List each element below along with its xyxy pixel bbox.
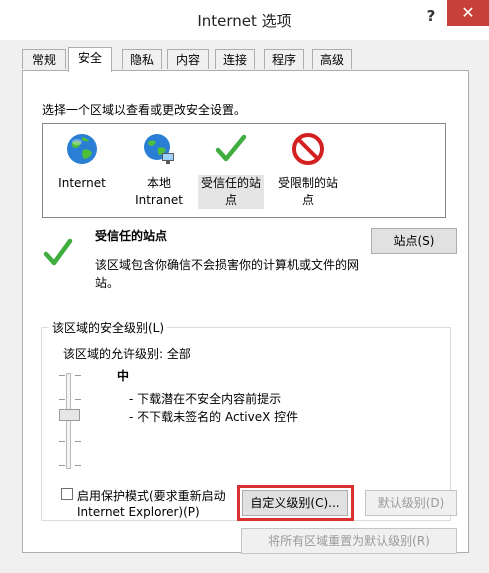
zone-internet-label: Internet <box>58 176 106 190</box>
zone-instruction: 选择一个区域以查看或更改安全设置。 <box>42 103 247 117</box>
default-level-button[interactable]: 默认级别(D) <box>365 490 457 516</box>
security-level-slider-thumb[interactable] <box>59 409 80 421</box>
tab-security[interactable]: 安全 <box>68 47 112 72</box>
intranet-globe-icon <box>144 134 174 164</box>
reset-all-zones-button[interactable]: 将所有区域重置为默认级别(R) <box>241 528 457 554</box>
slider-tick <box>75 375 81 376</box>
tab-privacy[interactable]: 隐私 <box>122 49 162 69</box>
selected-zone-description-line1: 该区域包含你确信不会损害你的计算机或文件的网 <box>95 258 360 272</box>
zone-local-intranet-line1: 本地 <box>146 176 171 190</box>
help-button[interactable]: ? <box>416 4 446 28</box>
zone-trusted-sites-line1: 受信任的站 <box>198 175 264 192</box>
slider-tick <box>59 441 65 442</box>
protected-mode-checkbox[interactable] <box>61 488 73 500</box>
selected-zone-title: 受信任的站点 <box>95 229 168 243</box>
title-bar: Internet 选项 ? ✕ <box>0 0 489 40</box>
zone-internet[interactable]: Internet <box>49 132 115 192</box>
highlight-box <box>237 485 354 521</box>
security-level-group-title: 该区域的安全级别(L) <box>49 319 168 336</box>
level-description-bullet1: - 下载潜在不安全内容前提示 <box>129 392 282 406</box>
zone-local-intranet-line2: Intranet <box>135 193 183 207</box>
no-entry-icon <box>292 133 324 165</box>
zone-restricted-sites[interactable]: 受限制的站 点 <box>275 132 341 209</box>
sites-button[interactable]: 站点(S) <box>371 228 457 254</box>
security-panel: 选择一个区域以查看或更改安全设置。 Internet 本地 Intranet 受… <box>22 70 469 554</box>
internet-options-window: Internet 选项 ? ✕ 常规 安全 隐私 内容 连接 程序 高级 选择一… <box>0 0 489 573</box>
slider-tick <box>59 399 65 400</box>
tab-programs[interactable]: 程序 <box>264 49 304 69</box>
tab-connections[interactable]: 连接 <box>215 49 255 69</box>
selected-zone-description-line2: 站。 <box>95 276 120 290</box>
checkmark-icon <box>215 134 247 162</box>
slider-tick <box>59 465 65 466</box>
trusted-sites-large-checkmark-icon <box>43 238 73 266</box>
tab-content[interactable]: 内容 <box>167 49 209 69</box>
zone-local-intranet[interactable]: 本地 Intranet <box>126 132 192 209</box>
close-button[interactable]: ✕ <box>447 0 489 26</box>
protected-mode-label-line1: 启用保护模式(要求重新启动 <box>77 489 226 503</box>
allowed-levels-label: 该区域的允许级别: 全部 <box>63 347 191 361</box>
slider-tick <box>59 375 65 376</box>
zone-restricted-sites-line2: 点 <box>301 193 314 207</box>
protected-mode-label-line2: Internet Explorer)(P) <box>77 505 200 519</box>
globe-icon <box>67 134 97 164</box>
zone-trusted-sites-line2: 点 <box>198 192 264 209</box>
zone-trusted-sites[interactable]: 受信任的站 点 <box>198 132 264 209</box>
current-level-label: 中 <box>117 369 130 383</box>
zone-list: Internet 本地 Intranet 受信任的站 点 受限制的站 点 <box>42 123 446 218</box>
level-description-bullet2: - 不下载未签名的 ActiveX 控件 <box>129 410 299 424</box>
slider-tick <box>75 441 81 442</box>
tab-advanced[interactable]: 高级 <box>312 49 352 69</box>
slider-tick <box>75 465 81 466</box>
tab-general[interactable]: 常规 <box>22 49 66 69</box>
slider-tick <box>75 399 81 400</box>
security-level-slider-track[interactable] <box>66 373 71 469</box>
zone-restricted-sites-line1: 受限制的站 <box>277 176 338 190</box>
